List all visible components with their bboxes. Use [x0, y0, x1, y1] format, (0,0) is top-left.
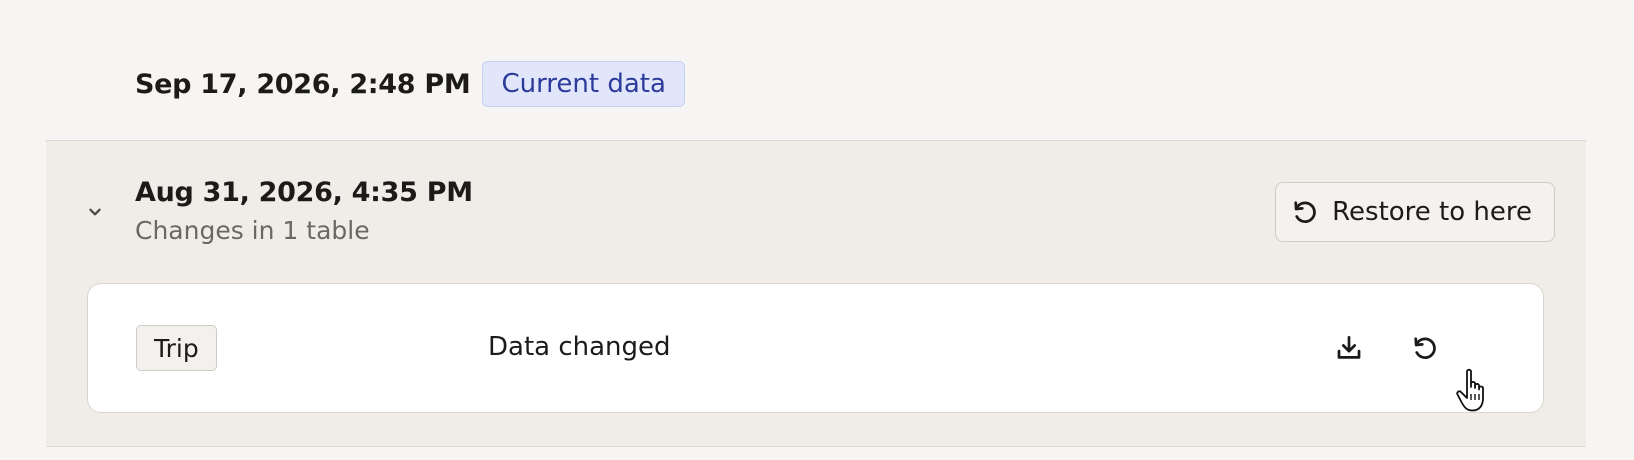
current-data-badge: Current data [482, 61, 685, 107]
restore-table-button[interactable] [1407, 330, 1443, 366]
restore-to-here-label: Restore to here [1332, 197, 1532, 227]
current-version-row: Sep 17, 2026, 2:48 PM Current data [135, 60, 685, 108]
download-table-button[interactable] [1331, 330, 1367, 366]
restore-icon [1294, 201, 1316, 223]
snapshot-summary: Changes in 1 table [135, 216, 370, 245]
version-history: Sep 17, 2026, 2:48 PM Current data Aug 3… [0, 0, 1634, 460]
change-status: Data changed [488, 332, 671, 362]
restore-to-here-button[interactable]: Restore to here [1275, 182, 1555, 242]
snapshot-entry: Aug 31, 2026, 4:35 PM Changes in 1 table… [46, 140, 1586, 447]
download-icon [1337, 336, 1361, 359]
table-change-row: Trip Data changed [87, 283, 1544, 413]
restore-icon [1414, 337, 1436, 359]
table-name-chip: Trip [136, 325, 217, 371]
snapshot-timestamp: Aug 31, 2026, 4:35 PM [135, 177, 473, 208]
current-version-timestamp: Sep 17, 2026, 2:48 PM [135, 68, 471, 100]
chevron-down-icon[interactable] [84, 201, 106, 223]
